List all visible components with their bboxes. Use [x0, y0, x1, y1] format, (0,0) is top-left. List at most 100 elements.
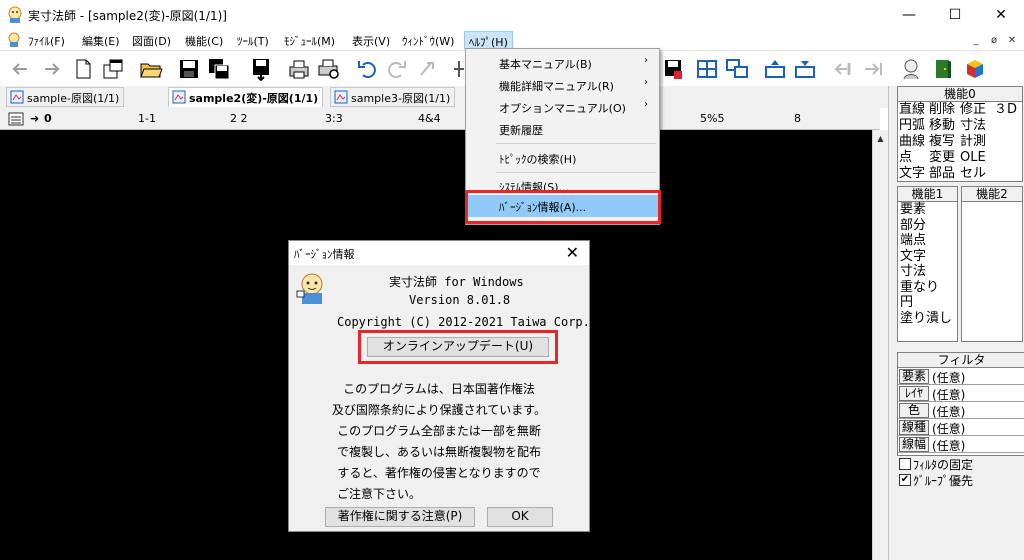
menu-help[interactable]: ﾍﾙﾌﾟ(H): [464, 31, 513, 49]
filter-linetype-value[interactable]: (任意): [932, 420, 965, 437]
fn-3d[interactable]: ３D: [994, 102, 1017, 117]
fn-text[interactable]: 文字: [899, 166, 925, 181]
product-name: 実寸法師 for Windows: [389, 275, 524, 289]
filter-linewidth-value[interactable]: (任意): [932, 437, 965, 454]
move-up-icon[interactable]: [762, 56, 788, 82]
fn-change[interactable]: 変更: [929, 150, 955, 165]
mdi-restore-button[interactable]: ø: [986, 33, 1002, 47]
filter-color-value[interactable]: (任意): [932, 403, 965, 420]
fn-copy[interactable]: 複写: [929, 134, 955, 149]
menu-view[interactable]: 表示(V): [348, 31, 394, 49]
save-icon[interactable]: [176, 56, 202, 82]
close-window-button[interactable]: ✕: [978, 0, 1024, 30]
fn-line[interactable]: 直線: [899, 102, 925, 117]
filter-element-button[interactable]: 要素: [899, 369, 929, 384]
menu-drawing[interactable]: 図面(D): [128, 31, 175, 49]
list-item[interactable]: 塗り潰し: [898, 311, 957, 327]
menu-item-option-manual[interactable]: オプションマニュアル(O) ›: [467, 96, 658, 118]
list-item[interactable]: 重なり: [898, 280, 957, 296]
group-priority-checkbox[interactable]: ✔: [899, 474, 911, 486]
fn-cell[interactable]: セル: [960, 166, 986, 181]
forward-arrow-icon[interactable]: [38, 56, 64, 82]
menu-edit[interactable]: 編集(E): [78, 31, 124, 49]
import-icon[interactable]: [830, 56, 856, 82]
fn-arc[interactable]: 円弧: [899, 118, 925, 133]
move-down-icon[interactable]: [792, 56, 818, 82]
open-folder-icon[interactable]: [138, 56, 164, 82]
mdi-close-button[interactable]: ✕: [1004, 33, 1020, 47]
ok-button[interactable]: OK: [487, 507, 553, 527]
print-preview-icon[interactable]: [316, 56, 342, 82]
filter-layer-button[interactable]: ﾚｲﾔ: [899, 386, 929, 401]
layer-4[interactable]: 4&4: [418, 112, 441, 125]
menu-item-basic-manual[interactable]: 基本マニュアル(B) ›: [467, 52, 658, 74]
redo-icon[interactable]: [384, 56, 410, 82]
menu-item-update-history[interactable]: 更新履歴: [467, 118, 658, 140]
list-item[interactable]: 端点: [898, 233, 957, 249]
dialog-close-button[interactable]: ✕: [566, 243, 579, 262]
repeat-icon[interactable]: [414, 56, 440, 82]
filter-linetype-button[interactable]: 線種: [899, 420, 929, 435]
fn-part[interactable]: 部品: [929, 166, 955, 181]
list-item[interactable]: 要素: [898, 202, 957, 218]
tab-sample3[interactable]: sample3-原図(1/1): [330, 87, 456, 107]
mascot-helper-icon[interactable]: [898, 56, 924, 82]
filter-linewidth-button[interactable]: 線幅: [899, 437, 929, 452]
menu-item-topic-search[interactable]: ﾄﾋﾟｯｸの検索(H): [467, 147, 658, 169]
menu-tools[interactable]: ﾂｰﾙ(T): [233, 31, 273, 49]
layer-1[interactable]: 1-1: [138, 112, 156, 125]
fn-delete[interactable]: 削除: [929, 102, 955, 117]
filter-element-value[interactable]: (任意): [932, 369, 965, 386]
layer-3[interactable]: 3:3: [325, 112, 343, 125]
layer-5[interactable]: 5%5: [700, 112, 724, 125]
list-item[interactable]: 寸法: [898, 264, 957, 280]
mdi-minimize-button[interactable]: _: [968, 33, 984, 47]
tab-sample2[interactable]: sample2(変)-原図(1/1): [168, 87, 324, 107]
layer-2[interactable]: 2 2: [230, 112, 248, 125]
color-cube-icon[interactable]: [962, 56, 988, 82]
print-icon[interactable]: [286, 56, 312, 82]
fn-dimension[interactable]: 寸法: [960, 118, 986, 133]
drawing-doc-icon: [334, 90, 348, 104]
list-item[interactable]: 円: [898, 295, 957, 311]
undo-icon[interactable]: [354, 56, 380, 82]
menu-item-label: 機能詳細マニュアル(R): [499, 80, 614, 93]
filter-color-button[interactable]: 色: [899, 403, 929, 418]
menu-item-detail-manual[interactable]: 機能詳細マニュアル(R) ›: [467, 74, 658, 96]
fn-measure[interactable]: 計測: [960, 134, 986, 149]
fn-modify[interactable]: 修正: [960, 102, 986, 117]
copyright-notice-button[interactable]: 著作権に関する注意(P): [325, 507, 475, 527]
new-file-icon[interactable]: [70, 56, 96, 82]
save-as-icon[interactable]: [248, 56, 274, 82]
list-item[interactable]: 文字: [898, 249, 957, 265]
fn-ole[interactable]: OLE: [960, 150, 986, 165]
list-item[interactable]: 部分: [898, 218, 957, 234]
menu-window[interactable]: ｳｨﾝﾄﾞｳ(W): [398, 31, 458, 49]
fn-move[interactable]: 移動: [929, 118, 955, 133]
save-all-icon[interactable]: [206, 56, 232, 82]
menu-file[interactable]: ﾌｧｲﾙ(F): [24, 31, 69, 49]
layer-8[interactable]: 8: [794, 112, 801, 125]
filter-layer-value[interactable]: (任意): [932, 386, 965, 403]
layer-0[interactable]: 0: [44, 112, 52, 125]
fn-point[interactable]: 点: [899, 150, 912, 165]
function0-box: 機能0 直線 削除 修正 ３D 円弧 移動 寸法 曲線 複写 計測 点 変更 O…: [897, 86, 1023, 182]
minimize-button[interactable]: —: [886, 0, 932, 30]
back-arrow-icon[interactable]: [8, 56, 34, 82]
exit-door-icon[interactable]: [930, 56, 956, 82]
fn-curve[interactable]: 曲線: [899, 134, 925, 149]
scroll-up-arrow-icon[interactable]: ▲: [873, 130, 888, 146]
new-window-icon[interactable]: [100, 56, 126, 82]
vertical-scrollbar[interactable]: ▲: [872, 130, 888, 560]
maximize-button[interactable]: ☐: [932, 0, 978, 30]
filter-fix-checkbox[interactable]: [899, 458, 911, 470]
menu-module[interactable]: ﾓｼﾞｭｰﾙ(M): [280, 31, 339, 49]
highlight-box-version-menu: [465, 190, 661, 224]
cascade-window-icon[interactable]: [724, 56, 750, 82]
split-window-icon[interactable]: [694, 56, 720, 82]
menu-function[interactable]: 機能(C): [181, 31, 227, 49]
export-icon[interactable]: [860, 56, 886, 82]
tab-sample[interactable]: sample-原図(1/1): [6, 87, 125, 107]
layer-stack-icon[interactable]: [8, 112, 24, 126]
save-down-icon[interactable]: [660, 56, 686, 82]
